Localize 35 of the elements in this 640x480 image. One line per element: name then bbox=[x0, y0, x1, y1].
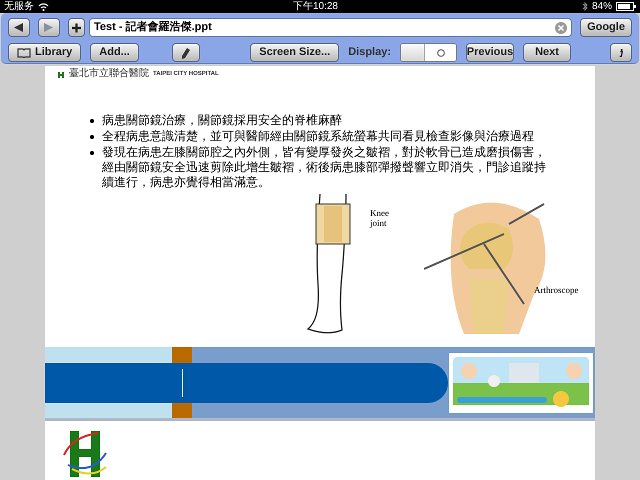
pencil-icon bbox=[180, 46, 191, 58]
google-button[interactable]: Google bbox=[580, 18, 632, 37]
bluetooth-icon bbox=[582, 2, 588, 11]
toolbar-button[interactable]: Screen Size... bbox=[250, 43, 340, 62]
right-arrow-icon bbox=[43, 22, 54, 33]
clock-text: 下午10:28 bbox=[292, 0, 338, 14]
nav-button[interactable]: Previous bbox=[466, 43, 514, 62]
display-label: Display: bbox=[348, 45, 391, 60]
book-icon bbox=[17, 48, 31, 58]
figure-label: Arthroscope bbox=[534, 284, 578, 297]
toolbar-button[interactable]: Add... bbox=[90, 43, 139, 62]
carrier-text: 无服务 bbox=[4, 0, 34, 14]
nav-button[interactable]: Next bbox=[523, 43, 571, 62]
bullet-text: 病患關節鏡治療，關節鏡採用安全的脊椎麻醉 bbox=[102, 113, 342, 128]
hospital-name: 臺北市立聯合醫院 bbox=[69, 69, 149, 79]
figure-label: Knee joint bbox=[370, 208, 389, 228]
info-icon bbox=[619, 46, 623, 58]
battery-icon bbox=[616, 2, 636, 11]
wifi-icon bbox=[38, 2, 49, 10]
bullet-text: 發現在病患左膝關節腔之內外側，皆有變厚發炎之皺褶，對於軟骨已造成磨損傷害，經由關節鏡安全迅速剪除此增生皺褶，術後病患膝部彈撥聲響立即消失，門診追蹤持續進行，病患亦覺得相當滿意。 bbox=[102, 145, 547, 190]
address-field[interactable]: Test - 記者會羅浩傑.ppt bbox=[89, 18, 572, 37]
library-button[interactable]: Library bbox=[8, 43, 82, 62]
add-tab-button[interactable] bbox=[68, 18, 85, 37]
hospital-logo-icon bbox=[57, 70, 65, 78]
left-arrow-icon bbox=[13, 22, 24, 33]
off-icon bbox=[436, 48, 444, 56]
battery-text: 84% bbox=[592, 0, 612, 14]
info-button[interactable] bbox=[610, 43, 632, 62]
plus-icon bbox=[72, 22, 81, 32]
bullet-text: 全程病患意識清楚，並可與醫師經由關節鏡系統螢幕共同看見檢查影像與治療過程 bbox=[102, 129, 534, 144]
clear-icon[interactable] bbox=[555, 22, 567, 34]
display-switch[interactable] bbox=[400, 43, 457, 62]
pencil-button[interactable] bbox=[172, 43, 200, 62]
hospital-h-logo-icon bbox=[62, 431, 108, 477]
back-button[interactable] bbox=[8, 18, 30, 37]
